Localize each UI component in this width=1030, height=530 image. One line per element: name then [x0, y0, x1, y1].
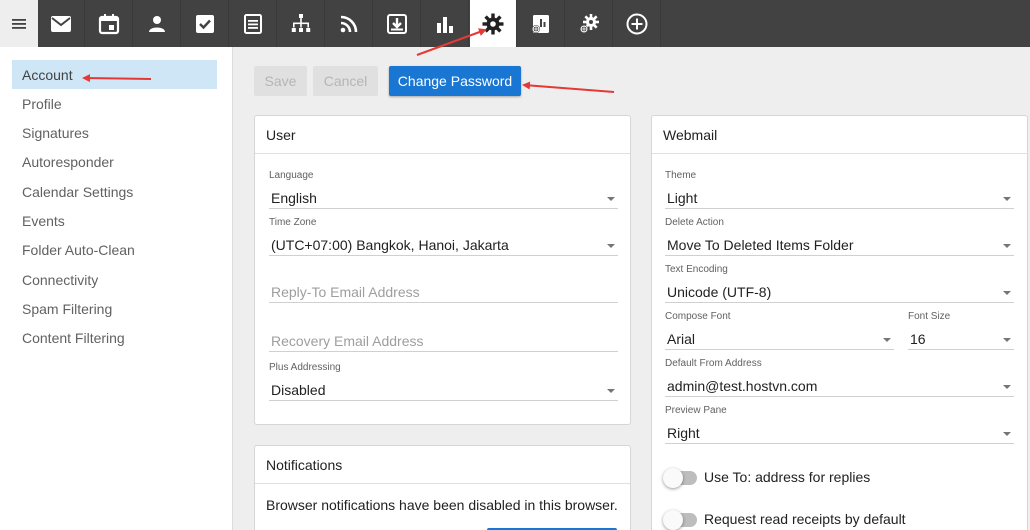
notifications-message: Browser notifications have been disabled… [266, 497, 618, 513]
preview-pane-label: Preview Pane [665, 405, 727, 416]
sidebar-item-label: Connectivity [22, 271, 99, 288]
hamburger-menu-icon[interactable] [0, 0, 38, 47]
sidebar-item-label: Folder Auto-Clean [22, 241, 135, 258]
toggle-knob [663, 468, 683, 488]
sidebar-item-label: Account [22, 66, 73, 83]
change-password-button[interactable]: Change Password [389, 66, 521, 96]
sidebar-item-label: Events [22, 212, 65, 229]
sidebar-item-spam-filtering[interactable]: Spam Filtering [12, 294, 217, 323]
settings-sidebar: Account Profile Signatures Autoresponder… [0, 47, 233, 530]
settings-icon[interactable] [470, 0, 517, 47]
cancel-button[interactable]: Cancel [313, 66, 378, 96]
sidebar-item-folder-auto-clean[interactable]: Folder Auto-Clean [12, 235, 217, 264]
default-from-label: Default From Address [665, 358, 762, 369]
user-card: User Language English Time Zone (UTC+07:… [254, 115, 631, 425]
rss-icon[interactable] [326, 0, 373, 47]
webmail-card-title: Webmail [652, 116, 1027, 154]
delete-action-select[interactable]: Move To Deleted Items Folder [665, 234, 1014, 256]
language-dropdown-icon[interactable] [607, 197, 615, 201]
delete-action-label: Delete Action [665, 217, 724, 228]
notifications-card-title: Notifications [255, 446, 630, 484]
user-card-title: User [255, 116, 630, 154]
plus-addressing-dropdown-icon[interactable] [607, 389, 615, 393]
theme-dropdown-icon[interactable] [1003, 197, 1011, 201]
theme-label: Theme [665, 170, 697, 181]
sitemap-icon[interactable] [278, 0, 325, 47]
tasks-icon[interactable] [182, 0, 229, 47]
text-encoding-select[interactable]: Unicode (UTF-8) [665, 281, 1014, 303]
sidebar-item-profile[interactable]: Profile [12, 89, 217, 118]
top-nav-bar [0, 0, 1030, 47]
notifications-card: Notifications Browser notifications have… [254, 445, 631, 530]
arrow-to-change-password [522, 81, 615, 93]
language-select[interactable]: English [269, 187, 618, 209]
use-to-address-label: Use To: address for replies [704, 469, 871, 485]
bar-chart-icon[interactable] [422, 0, 469, 47]
domain-settings-icon[interactable] [566, 0, 613, 47]
sidebar-item-label: Autoresponder [22, 153, 114, 170]
read-receipts-label: Request read receipts by default [704, 511, 906, 527]
toggle-knob [663, 510, 683, 530]
font-size-select[interactable]: 16 [908, 328, 1014, 350]
add-icon[interactable] [614, 0, 661, 47]
sidebar-item-label: Calendar Settings [22, 183, 134, 200]
sidebar-item-content-filtering[interactable]: Content Filtering [12, 323, 217, 352]
notes-icon[interactable] [230, 0, 277, 47]
compose-font-dropdown-icon[interactable] [883, 338, 891, 342]
font-size-label: Font Size [908, 311, 951, 322]
save-button[interactable]: Save [254, 66, 307, 96]
sidebar-item-label: Signatures [22, 124, 89, 141]
text-encoding-dropdown-icon[interactable] [1003, 291, 1011, 295]
sidebar-item-label: Profile [22, 95, 62, 112]
sidebar-item-account[interactable]: Account [12, 60, 217, 89]
text-encoding-label: Text Encoding [665, 264, 728, 275]
font-size-dropdown-icon[interactable] [1003, 338, 1011, 342]
domain-report-icon[interactable] [518, 0, 565, 47]
contacts-icon[interactable] [134, 0, 181, 47]
mail-icon[interactable] [38, 0, 85, 47]
reply-to-email-input[interactable]: Reply-To Email Address [269, 281, 618, 303]
compose-font-label: Compose Font [665, 311, 731, 322]
sidebar-item-connectivity[interactable]: Connectivity [12, 265, 217, 294]
download-icon[interactable] [374, 0, 421, 47]
recovery-email-input[interactable]: Recovery Email Address [269, 330, 618, 352]
sidebar-item-label: Spam Filtering [22, 300, 113, 317]
timezone-label: Time Zone [269, 217, 317, 228]
use-to-address-toggle[interactable] [663, 468, 697, 488]
timezone-select[interactable]: (UTC+07:00) Bangkok, Hanoi, Jakarta [269, 234, 618, 256]
language-label: Language [269, 170, 314, 181]
sidebar-item-autoresponder[interactable]: Autoresponder [12, 147, 217, 176]
default-from-select[interactable]: admin@test.hostvn.com [665, 375, 1014, 397]
theme-select[interactable]: Light [665, 187, 1014, 209]
timezone-dropdown-icon[interactable] [607, 244, 615, 248]
compose-font-select[interactable]: Arial [665, 328, 894, 350]
plus-addressing-label: Plus Addressing [269, 362, 341, 373]
sidebar-item-calendar-settings[interactable]: Calendar Settings [12, 177, 217, 206]
plus-addressing-select[interactable]: Disabled [269, 379, 618, 401]
calendar-icon[interactable] [86, 0, 133, 47]
sidebar-item-events[interactable]: Events [12, 206, 217, 235]
default-from-dropdown-icon[interactable] [1003, 385, 1011, 389]
preview-pane-select[interactable]: Right [665, 422, 1014, 444]
read-receipts-toggle[interactable] [663, 510, 697, 530]
webmail-card: Webmail Theme Light Delete Action Move T… [651, 115, 1028, 530]
sidebar-item-signatures[interactable]: Signatures [12, 118, 217, 147]
delete-action-dropdown-icon[interactable] [1003, 244, 1011, 248]
preview-pane-dropdown-icon[interactable] [1003, 432, 1011, 436]
sidebar-item-label: Content Filtering [22, 329, 125, 346]
